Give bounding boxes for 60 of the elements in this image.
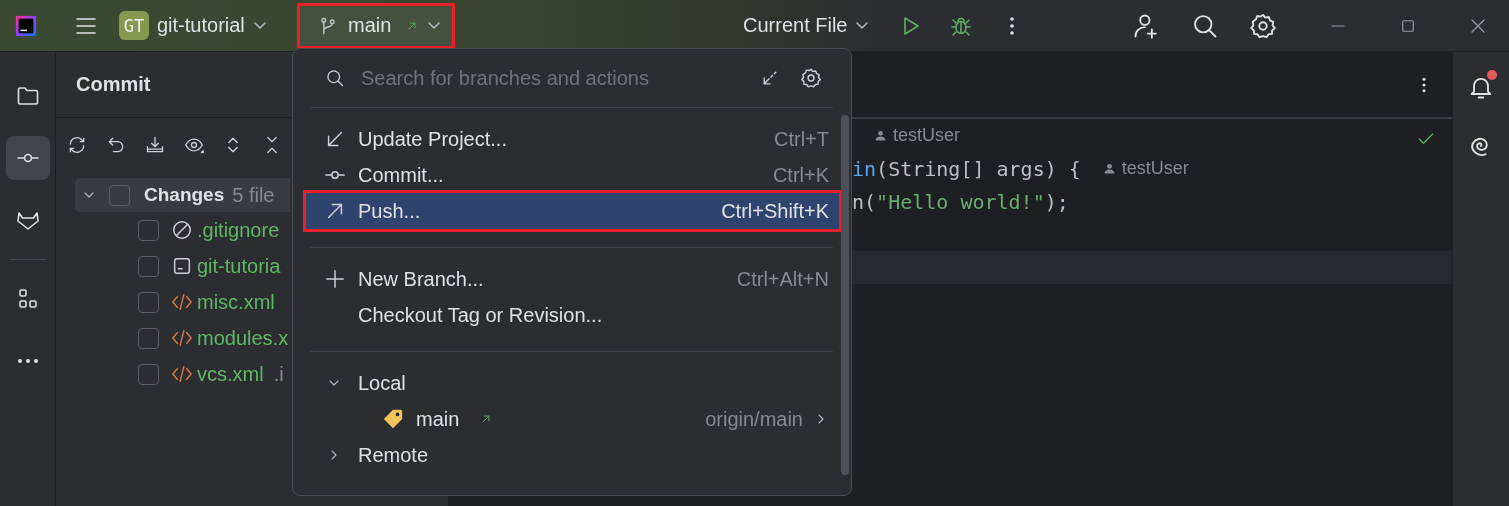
branch-group[interactable]: Remote <box>306 437 839 473</box>
code-tag-icon <box>171 291 193 313</box>
undo-icon[interactable] <box>106 135 126 155</box>
user-icon <box>1102 162 1116 175</box>
menu-item[interactable]: Push... Ctrl+Shift+K <box>306 193 839 229</box>
branch-item[interactable]: main origin/main <box>306 401 839 437</box>
checkbox[interactable] <box>138 219 159 241</box>
search-icon <box>325 68 345 88</box>
menu-item[interactable]: Update Project... Ctrl+T <box>306 121 839 157</box>
ignored-file-icon <box>171 219 193 241</box>
checkbox[interactable] <box>138 327 159 349</box>
project-badge: GT <box>119 11 149 40</box>
checkbox[interactable] <box>109 184 130 206</box>
plus-icon <box>324 268 346 290</box>
code-line: in(String[] args) { <box>852 156 1081 181</box>
run-configuration-button[interactable]: Current File <box>743 7 869 44</box>
menu-item[interactable]: Checkout Tag or Revision... <box>306 297 839 333</box>
caret-icon <box>856 22 869 29</box>
file-name[interactable]: .gitignore <box>197 218 280 242</box>
checkbox[interactable] <box>138 363 159 385</box>
tag-icon <box>382 408 404 430</box>
file-name[interactable]: vcs.xml <box>197 362 264 386</box>
branch-group[interactable]: Local <box>306 365 839 401</box>
panel-title: Commit <box>76 73 151 96</box>
refresh-icon[interactable] <box>67 135 87 155</box>
download-icon[interactable] <box>145 135 165 155</box>
scrollbar[interactable] <box>841 115 849 475</box>
project-button[interactable]: GT git-tutorial <box>119 5 291 46</box>
file-name[interactable]: misc.xml <box>197 290 275 314</box>
shortcut: Ctrl+Shift+K <box>721 199 829 223</box>
menu-item[interactable]: Commit... Ctrl+K <box>306 157 839 193</box>
author-hint: testUser <box>893 125 961 146</box>
checkbox[interactable] <box>138 255 159 277</box>
shortcut: Ctrl+K <box>772 163 829 187</box>
author-hint: testUser <box>1121 158 1189 179</box>
shortcut: Ctrl+Alt+N <box>736 267 829 291</box>
code-tag-icon <box>171 363 193 385</box>
file-name[interactable]: git-tutoria <box>197 254 281 278</box>
caret-icon <box>253 22 266 29</box>
code-line: n("Hello world!"); <box>852 189 1069 214</box>
file-path: .i <box>273 362 284 386</box>
shortcut: Ctrl+T <box>774 127 829 151</box>
code-tag-icon <box>171 327 193 349</box>
settings-icon[interactable] <box>1249 11 1278 40</box>
menu-item[interactable]: New Branch... Ctrl+Alt+N <box>306 261 839 297</box>
caret-icon <box>428 22 441 29</box>
file-count: 5 file <box>232 183 275 207</box>
changes-row[interactable]: Changes 5 file <box>75 178 290 212</box>
branch-button[interactable]: main <box>297 2 455 49</box>
settings-icon[interactable] <box>800 67 822 89</box>
branch-icon <box>318 15 338 36</box>
file-name[interactable]: modules.x <box>197 326 289 350</box>
app-logo-icon[interactable] <box>15 14 37 37</box>
user-icon <box>874 129 887 142</box>
tracking-branch: origin/main <box>705 407 803 431</box>
group-label: Changes <box>144 184 225 206</box>
commit-icon[interactable] <box>5 136 50 180</box>
module-file-icon <box>171 255 193 277</box>
checkbox[interactable] <box>138 291 159 313</box>
search-field[interactable]: Search for branches and actions <box>359 65 760 91</box>
